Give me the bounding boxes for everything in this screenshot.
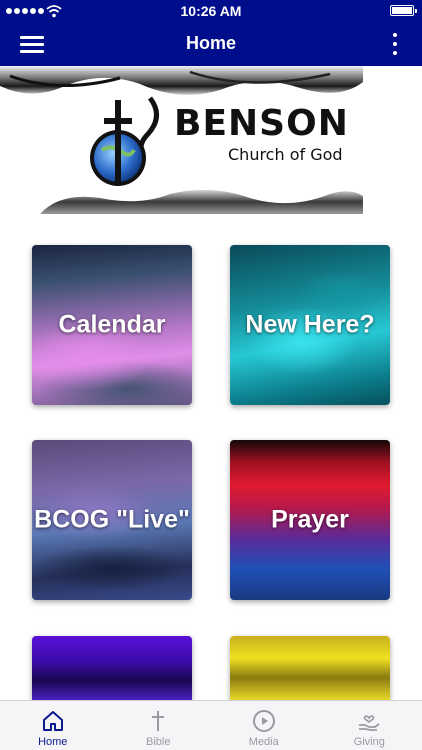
tile-label: BCOG "Live" — [34, 505, 190, 534]
tab-label: Media — [248, 736, 279, 748]
calendar-tile[interactable]: Calendar — [32, 245, 192, 405]
nav-bar: Home — [0, 22, 422, 66]
tile-label: New Here? — [245, 310, 375, 339]
cross-icon — [152, 711, 165, 731]
page-title: Home — [185, 33, 236, 53]
tab-bible[interactable]: Bible — [106, 701, 212, 750]
tab-home[interactable]: Home — [0, 701, 106, 750]
chrome-wave-decoration-bottom — [40, 189, 363, 214]
prayer-tile[interactable]: Prayer — [230, 440, 390, 600]
tile-label: Calendar — [58, 310, 166, 339]
chrome-wave-decoration — [0, 66, 363, 95]
tab-label: Giving — [353, 736, 385, 748]
church-banner: BENSON Church of God — [0, 66, 363, 214]
play-circle-icon — [252, 710, 275, 732]
status-time: 10:26 AM — [180, 3, 242, 19]
logo-subtitle: Church of God — [228, 145, 343, 164]
battery-icon — [390, 5, 417, 16]
yellow-tile[interactable] — [230, 636, 390, 700]
more-options-icon[interactable] — [390, 32, 400, 56]
tab-bar: Home Bible Media Giving — [0, 700, 422, 750]
bcog-live-tile[interactable]: BCOG "Live" — [32, 440, 192, 600]
church-logo-icon — [90, 96, 159, 186]
giving-hand-icon — [359, 715, 380, 731]
tab-label: Home — [38, 736, 68, 748]
tile-label: Prayer — [271, 505, 349, 534]
tab-label: Bible — [146, 736, 171, 748]
home-icon — [42, 711, 63, 731]
purple-tile[interactable] — [32, 636, 192, 700]
logo-title: BENSON — [174, 103, 349, 144]
status-bar: 10:26 AM — [0, 0, 422, 22]
tab-media[interactable]: Media — [211, 701, 317, 750]
tab-giving[interactable]: Giving — [317, 701, 422, 750]
new-here-tile[interactable]: New Here? — [230, 245, 390, 405]
